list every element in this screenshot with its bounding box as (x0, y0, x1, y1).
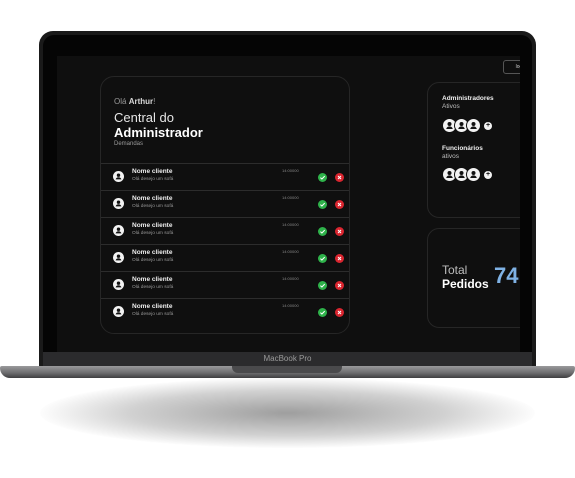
client-name: Nome cliente (132, 249, 173, 256)
accept-check-icon[interactable] (318, 173, 327, 182)
user-avatar-icon (113, 252, 124, 263)
list-item[interactable]: Nome cliente Olá desejo um sofá 14:00000 (101, 217, 349, 244)
admins-subtitle: Ativos (442, 103, 460, 110)
timestamp: 14:00000 (282, 195, 299, 200)
accept-check-icon[interactable] (318, 308, 327, 317)
client-message: Olá desejo um sofá (132, 285, 174, 290)
reject-close-icon[interactable] (335, 254, 344, 263)
accept-check-icon[interactable] (318, 254, 327, 263)
timestamp: 14:00000 (282, 168, 299, 173)
accept-check-icon[interactable] (318, 281, 327, 290)
accept-check-icon[interactable] (318, 227, 327, 236)
total-orders-value: 74 (494, 263, 519, 288)
list-item[interactable]: Nome cliente Olá desejo um sofá 14:00000 (101, 190, 349, 217)
client-message: Olá desejo um sofá (132, 204, 174, 209)
client-message: Olá desejo um sofá (132, 258, 174, 263)
client-message: Olá desejo um sofá (132, 177, 174, 182)
user-avatar-icon (113, 225, 124, 236)
total-label: Total (442, 263, 468, 277)
user-avatar-icon (113, 171, 124, 182)
screen: log Olá Arthur! Central do Administrador… (57, 56, 520, 352)
plus-icon[interactable]: + (484, 170, 492, 179)
reject-close-icon[interactable] (335, 173, 344, 182)
demands-card: Olá Arthur! Central do Administrador Dem… (100, 76, 350, 334)
user-avatar-icon (113, 198, 124, 209)
user-avatar-icon (113, 279, 124, 290)
timestamp: 14:00000 (282, 249, 299, 254)
list-item[interactable]: Nome cliente Olá desejo um sofá 14:00000 (101, 298, 349, 325)
list-item[interactable]: Nome cliente Olá desejo um sofá 14:00000 (101, 271, 349, 298)
login-button[interactable]: log (503, 60, 520, 74)
page-title-line2: Administrador (114, 125, 203, 140)
timestamp: 14:00000 (282, 276, 299, 281)
device-label: MacBook Pro (43, 352, 532, 366)
demand-list: Nome cliente Olá desejo um sofá 14:00000… (101, 163, 349, 325)
plus-icon[interactable]: + (484, 121, 492, 130)
greeting: Olá Arthur! (114, 97, 156, 106)
laptop-shadow (40, 378, 535, 448)
reject-close-icon[interactable] (335, 308, 344, 317)
reject-close-icon[interactable] (335, 227, 344, 236)
employees-subtitle: ativos (442, 153, 459, 160)
employees-avatar-group[interactable]: + (442, 167, 492, 182)
list-item[interactable]: Nome cliente Olá desejo um sofá 14:00000 (101, 163, 349, 190)
client-name: Nome cliente (132, 195, 173, 202)
reject-close-icon[interactable] (335, 200, 344, 209)
admins-avatar-group[interactable]: + (442, 118, 492, 133)
client-message: Olá desejo um sofá (132, 231, 174, 236)
client-name: Nome cliente (132, 303, 173, 310)
user-avatar-icon (113, 306, 124, 317)
page-title-line1: Central do (114, 110, 174, 125)
reject-close-icon[interactable] (335, 281, 344, 290)
list-item[interactable]: Nome cliente Olá desejo um sofá 14:00000 (101, 244, 349, 271)
user-avatar-icon (466, 118, 481, 133)
accept-check-icon[interactable] (318, 200, 327, 209)
timestamp: 14:00000 (282, 303, 299, 308)
active-users-card: Administradores Ativos + Funcionários at… (427, 82, 520, 218)
client-name: Nome cliente (132, 222, 173, 229)
admins-title: Administradores (442, 95, 494, 102)
laptop-notch (232, 366, 342, 373)
user-avatar-icon (466, 167, 481, 182)
client-name: Nome cliente (132, 276, 173, 283)
client-name: Nome cliente (132, 168, 173, 175)
timestamp: 14:00000 (282, 222, 299, 227)
section-label: Demandas (114, 141, 144, 147)
orders-label: Pedidos (442, 277, 489, 291)
employees-title: Funcionários (442, 145, 483, 152)
total-orders-card: Total Pedidos 74 (427, 228, 520, 328)
client-message: Olá desejo um sofá (132, 312, 174, 317)
